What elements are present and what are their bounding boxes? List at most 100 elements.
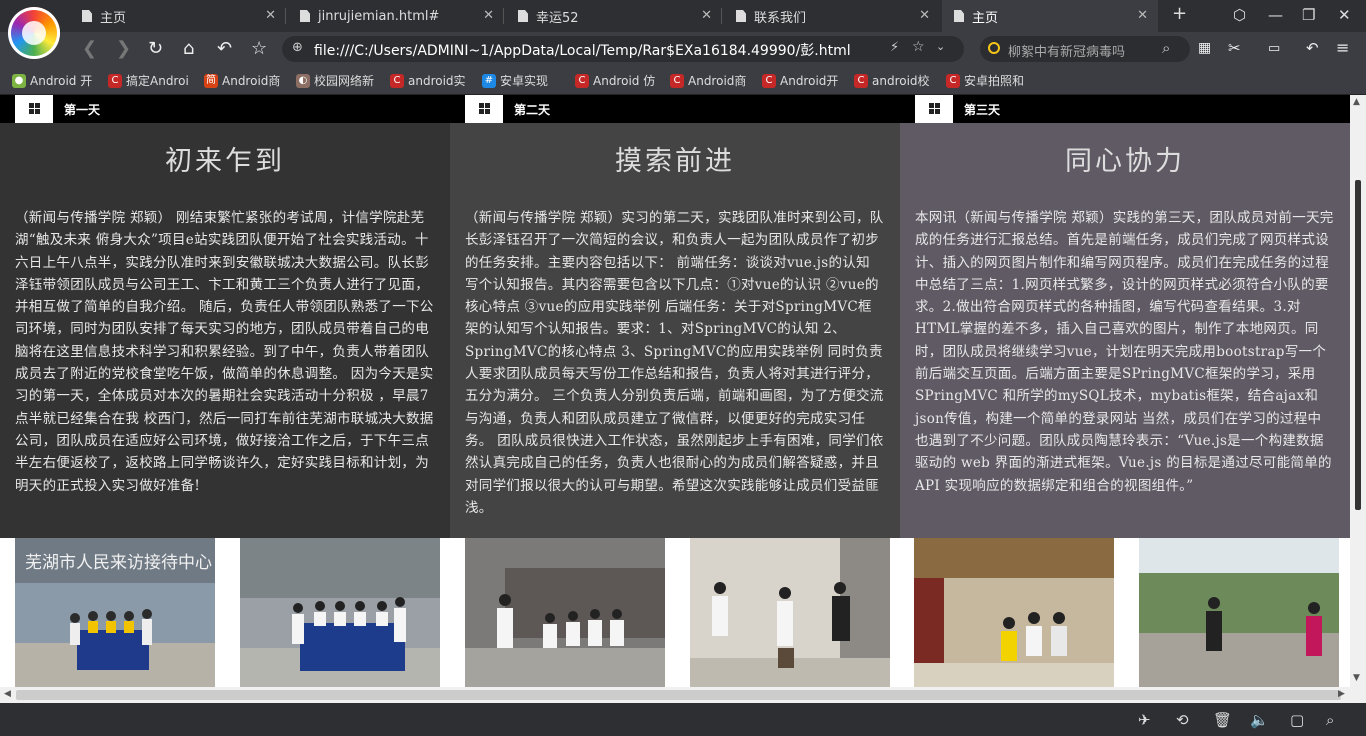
shirt-icon[interactable]: ⬡ [1233, 6, 1246, 24]
search-engine-icon [988, 42, 1000, 54]
bookmark-item[interactable]: C 搞定Androi [108, 72, 189, 89]
page-content: 第一天 初来乍到 （新闻与传播学院 郑颖） 刚结束繁忙紧张的考试周，计信学院赴芜… [0, 95, 1350, 687]
bookmark-item[interactable]: C Android商 [670, 72, 746, 89]
star-icon[interactable]: ☆ [251, 38, 267, 59]
close-icon[interactable]: ✕ [265, 8, 276, 23]
lightning-icon[interactable]: ⚡ [890, 40, 899, 55]
tab-label: 主页 [100, 10, 127, 26]
apps-icon[interactable]: ▦ [1198, 40, 1211, 56]
sign-text: 芜湖市人民来访接待中心 [25, 553, 212, 573]
tab-home[interactable]: 主页 ✕ [70, 0, 286, 32]
search-icon[interactable]: ⌕ [1162, 39, 1170, 57]
scissors-icon[interactable]: ✂ [1228, 39, 1241, 57]
trash-icon[interactable]: 🗑 [1213, 711, 1232, 729]
bookmark-item[interactable]: Candroid校 [854, 72, 930, 89]
column-text: （新闻与传播学院 郑颖） 刚结束繁忙紧张的考试周，计信学院赴芜湖“触及未来 俯身… [15, 210, 434, 494]
bookmark-item[interactable]: C 安卓拍照和 [946, 72, 1024, 89]
chevron-down-icon[interactable]: ⌄ [936, 40, 945, 53]
address-bar[interactable]: ⊕ file:///C:/Users/ADMINI~1/AppData/Loca… [282, 36, 964, 62]
horizontal-scroll-thumb[interactable] [16, 690, 1341, 700]
new-tab-icon[interactable]: + [1172, 3, 1187, 24]
bookmark-star-icon[interactable]: ☆ [912, 39, 925, 55]
forward-icon[interactable]: ❯ [116, 38, 131, 59]
tab-jinrujiemian[interactable]: jinrujiemian.html# ✕ [288, 0, 504, 32]
column-title: 同心协力 [1065, 146, 1185, 177]
bookmark-item[interactable]: C Android 仿 [575, 72, 655, 89]
photo-campus-path [1139, 538, 1339, 687]
photo-canteen [914, 538, 1114, 687]
refresh-icon[interactable]: ↻ [148, 38, 163, 59]
day-one-column: 第一天 初来乍到 （新闻与传播学院 郑颖） 刚结束繁忙紧张的考试周，计信学院赴芜… [0, 95, 450, 538]
day-label: 第三天 [964, 103, 1001, 117]
scroll-right-icon[interactable]: ▶ [1338, 689, 1345, 699]
tab-home-active[interactable]: 主页 ✕ [942, 0, 1158, 32]
day-label: 第二天 [514, 103, 551, 117]
document-icon [954, 10, 964, 22]
document-icon [82, 10, 92, 22]
speaker-icon[interactable]: 🔈 [1250, 711, 1269, 729]
tab-xingyun52[interactable]: 幸运52 ✕ [506, 0, 722, 32]
browser-logo-icon[interactable] [8, 7, 60, 59]
close-icon[interactable]: ✕ [483, 8, 494, 23]
column-text: （新闻与传播学院 郑颖）实习的第二天，实践团队准时来到公司，队长彭泽钰召开了一次… [465, 210, 884, 516]
history-icon[interactable]: ⟲ [1176, 711, 1189, 729]
tab-contact[interactable]: 联系我们 ✕ [724, 0, 940, 32]
document-icon [300, 10, 310, 22]
menu-icon[interactable]: ≡ [1336, 38, 1349, 57]
bookmark-item[interactable]: Candroid实 [390, 72, 466, 89]
column-header: 第一天 [0, 95, 450, 123]
rocket-icon[interactable]: ✈ [1138, 711, 1151, 729]
bookmark-item[interactable]: # 安卓实现 [482, 72, 548, 89]
day-label: 第一天 [64, 103, 101, 117]
scroll-up-icon[interactable]: ▲ [1353, 97, 1360, 107]
photo-group-gate-banner [240, 538, 440, 687]
grid-menu-icon[interactable] [465, 95, 503, 123]
url-text: file:///C:/Users/ADMINI~1/AppData/Local/… [314, 43, 851, 59]
column-text: 本网讯（新闻与传播学院 郑颖）实践的第三天，团队成员对前一天完成的任务进行汇报总… [915, 210, 1334, 494]
bookmark-item[interactable]: ● Android 开 [12, 72, 92, 89]
document-icon [736, 10, 746, 22]
tab-label: 联系我们 [754, 10, 807, 26]
vertical-scroll-thumb[interactable] [1355, 180, 1361, 510]
photo-strip: 芜湖市人民来访接待中心 [0, 538, 1350, 687]
grid-menu-icon[interactable] [915, 95, 953, 123]
search-box[interactable]: 柳絮中有新冠病毒吗 ⌕ [980, 36, 1190, 62]
photo-group-reception-center: 芜湖市人民来访接待中心 [15, 538, 215, 687]
bookmark-item[interactable]: C Android开 [762, 72, 838, 89]
back-icon[interactable]: ❮ [82, 38, 97, 59]
tab-bar: 主页 ✕ jinrujiemian.html# ✕ 幸运52 ✕ 联系我们 ✕ 主页 ✕ … [0, 0, 1366, 32]
security-icon: ⊕ [292, 40, 303, 55]
undo-close-icon[interactable]: ↶ [1306, 39, 1319, 57]
column-header: 第二天 [450, 95, 900, 123]
status-bar: ✈ ⟲ 🗑 🔈 ▢ ⌕ [0, 703, 1366, 736]
close-icon[interactable]: ✕ [919, 8, 930, 23]
restore-icon[interactable]: ❐ [1302, 6, 1315, 24]
minimize-icon[interactable]: — [1268, 6, 1283, 24]
day-three-column: 第三天 同心协力 本网讯（新闻与传播学院 郑颖）实践的第三天，团队成员对前一天完… [900, 95, 1350, 538]
tab-label: jinrujiemian.html# [318, 8, 440, 24]
photo-university-gate [465, 538, 665, 687]
horizontal-scrollbar[interactable]: ◀ ▶ [0, 687, 1366, 703]
search-input[interactable]: 柳絮中有新冠病毒吗 [1008, 41, 1125, 60]
navigation-bar: ❮ ❯ ↻ ⌂ ↶ ☆ ⊕ file:///C:/Users/ADMINI~1/… [0, 32, 1366, 66]
column-header: 第三天 [900, 95, 1350, 123]
bookmark-item[interactable]: ◐ 校园网络新 [296, 72, 374, 89]
bookmark-item[interactable]: 简 Android商 [204, 72, 280, 89]
close-icon[interactable]: ✕ [701, 8, 712, 23]
close-window-icon[interactable]: ✕ [1338, 6, 1351, 24]
undo-icon[interactable]: ↶ [217, 38, 232, 59]
tab-label: 主页 [972, 10, 999, 26]
battery-icon[interactable]: ▭ [1268, 41, 1280, 56]
document-icon [518, 10, 528, 22]
vertical-scrollbar[interactable]: ▲ ▼ [1350, 95, 1366, 687]
scroll-left-icon[interactable]: ◀ [4, 689, 11, 699]
column-title: 初来乍到 [165, 146, 285, 177]
grid-menu-icon[interactable] [15, 95, 53, 123]
zoom-icon[interactable]: ⌕ [1326, 711, 1334, 729]
scroll-down-icon[interactable]: ▼ [1353, 673, 1360, 683]
window-icon[interactable]: ▢ [1290, 711, 1304, 729]
photo-hallway-luggage [690, 538, 890, 687]
home-icon[interactable]: ⌂ [183, 38, 194, 59]
close-icon[interactable]: ✕ [1137, 8, 1148, 23]
column-title: 摸索前进 [615, 146, 735, 177]
